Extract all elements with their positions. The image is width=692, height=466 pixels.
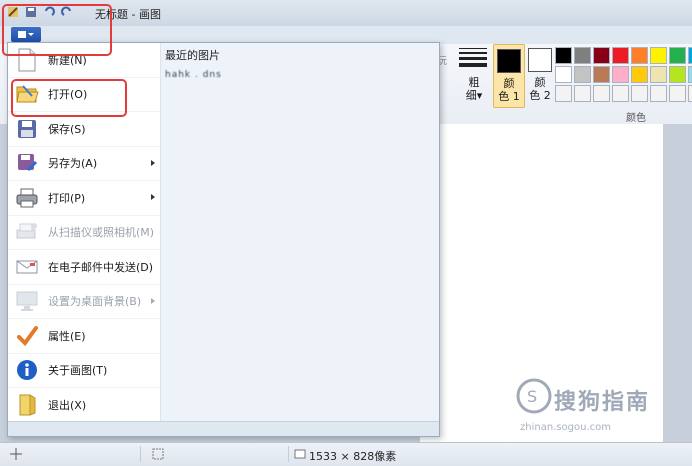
palette-swatch[interactable] — [650, 66, 667, 83]
palette-swatch[interactable] — [669, 66, 686, 83]
highlight-menu-button — [2, 4, 112, 56]
color-1-swatch — [497, 49, 521, 73]
cursor-position-icon — [10, 448, 22, 460]
palette-swatch[interactable] — [688, 47, 692, 64]
palette-swatch[interactable] — [593, 85, 610, 102]
printer-icon — [14, 185, 40, 211]
watermark: S 搜狗指南 zhinan.sogou.com — [516, 378, 666, 438]
menu-item[interactable]: 另存为(A) — [8, 147, 160, 181]
size-label: 粗细▾ — [465, 76, 483, 102]
color-palette — [555, 47, 692, 103]
watermark-brand: 搜狗指南 — [554, 390, 651, 415]
selection-size-icon — [152, 448, 164, 460]
menu-item-label: 另存为(A) — [48, 157, 98, 171]
palette-swatch[interactable] — [555, 47, 572, 64]
palette-swatch[interactable] — [593, 66, 610, 83]
palette-swatch[interactable] — [669, 85, 686, 102]
menu-item-label: 在电子邮件中发送(D) — [48, 260, 154, 274]
menu-item-label: 属性(E) — [48, 329, 86, 343]
size-button[interactable]: 粗细▾ — [457, 46, 489, 106]
save-as-icon — [14, 150, 40, 176]
colors-group-label: 颜色 — [626, 113, 646, 124]
menu-item[interactable]: 在电子邮件中发送(D) — [8, 250, 160, 285]
submenu-arrow-icon — [151, 297, 155, 304]
menu-item-label: 设置为桌面背景(B) — [48, 295, 142, 309]
color-1-label: 颜色 1 — [498, 77, 520, 103]
desktop-background-icon — [14, 288, 40, 314]
image-size-readout: 1533 × 828像素 — [309, 450, 397, 463]
palette-swatch[interactable] — [688, 66, 692, 83]
menu-item[interactable]: 打印(P) — [8, 181, 160, 216]
palette-swatch[interactable] — [631, 66, 648, 83]
menu-item[interactable]: 关于画图(T) — [8, 354, 160, 388]
watermark-logo-icon: S — [516, 378, 552, 414]
status-separator — [140, 446, 141, 462]
palette-swatch[interactable] — [574, 66, 591, 83]
palette-swatch[interactable] — [593, 47, 610, 64]
menu-item-label: 退出(X) — [48, 398, 87, 412]
palette-swatch[interactable] — [612, 66, 629, 83]
exit-icon — [14, 392, 40, 418]
floppy-disk-icon — [14, 116, 40, 142]
palette-swatch[interactable] — [555, 66, 572, 83]
palette-swatch[interactable] — [612, 47, 629, 64]
palette-swatch[interactable] — [650, 85, 667, 102]
palette-swatch[interactable] — [650, 47, 667, 64]
status-separator — [288, 446, 289, 462]
color-1-button[interactable]: 颜色 1 — [493, 44, 525, 108]
menu-item: 设置为桌面背景(B) — [8, 285, 160, 319]
menu-footer — [8, 421, 439, 436]
menu-item: 从扫描仪或照相机(M) — [8, 216, 160, 250]
palette-swatch[interactable] — [574, 47, 591, 64]
info-icon — [14, 357, 40, 383]
highlight-open-item — [11, 79, 127, 117]
palette-swatch[interactable] — [688, 85, 692, 102]
email-icon — [14, 254, 40, 280]
menu-item-label: 从扫描仪或照相机(M) — [48, 226, 155, 240]
svg-text:S: S — [527, 387, 537, 406]
status-bar: 1533 × 828像素 — [0, 442, 692, 466]
watermark-url: zhinan.sogou.com — [520, 422, 612, 433]
color-2-swatch — [528, 48, 552, 72]
submenu-arrow-icon — [151, 159, 155, 166]
line-size-icon — [459, 48, 487, 70]
palette-swatch[interactable] — [555, 85, 572, 102]
color-2-button[interactable]: 颜色 2 — [525, 44, 555, 106]
image-size-icon — [294, 449, 306, 459]
recent-picture-item[interactable]: hahk . dns — [165, 70, 222, 80]
palette-swatch[interactable] — [669, 47, 686, 64]
palette-swatch[interactable] — [631, 85, 648, 102]
menu-item-label: 保存(S) — [48, 122, 86, 136]
checkmark-icon — [14, 323, 40, 349]
menu-item[interactable]: 属性(E) — [8, 319, 160, 354]
menu-item-label: 关于画图(T) — [48, 364, 108, 378]
scanner-icon — [14, 219, 40, 245]
menu-item[interactable]: 退出(X) — [8, 388, 160, 423]
submenu-arrow-icon — [151, 194, 155, 200]
menu-item[interactable]: 保存(S) — [8, 112, 160, 147]
recent-pictures-header: 最近的图片 — [165, 49, 220, 62]
palette-swatch[interactable] — [574, 85, 591, 102]
palette-swatch[interactable] — [612, 85, 629, 102]
menu-item-label: 打印(P) — [48, 191, 86, 205]
recent-pictures-panel: 最近的图片 hahk . dns — [165, 47, 222, 80]
color-2-label: 颜色 2 — [529, 76, 551, 102]
palette-swatch[interactable] — [631, 47, 648, 64]
